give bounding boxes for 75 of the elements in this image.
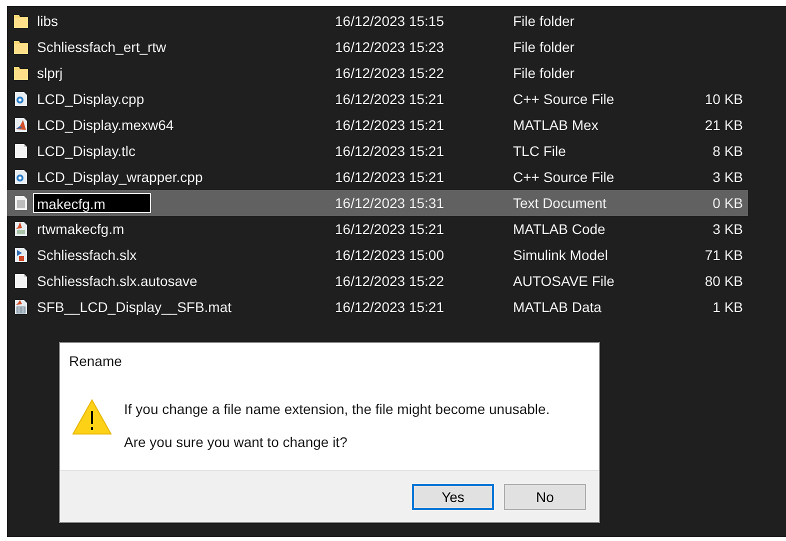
dialog-button[interactable]: Yes <box>412 484 494 510</box>
dialog-question: Are you sure you want to change it? <box>124 434 348 450</box>
file-row[interactable]: slprj 16/12/2023 15:22 File folder <box>7 60 748 86</box>
data-file-icon <box>13 299 29 315</box>
file-size: 80 KB <box>704 273 743 289</box>
matlab-script-icon <box>13 221 29 237</box>
file-name: LCD_Display_wrapper.cpp <box>37 169 203 185</box>
file-row[interactable]: LCD_Display_wrapper.cpp 16/12/2023 15:21 C++ Source File 3 KB <box>7 164 748 190</box>
modified-date: 16/12/2023 15:21 <box>335 91 445 107</box>
file-size: 21 KB <box>704 117 743 133</box>
file-size: 71 KB <box>704 247 743 263</box>
blank-file-icon <box>13 273 29 289</box>
file-type: AUTOSAVE File <box>513 273 616 289</box>
file-name: libs <box>37 13 58 29</box>
file-name: slprj <box>37 65 63 81</box>
modified-date: 16/12/2023 15:21 <box>335 299 445 315</box>
file-name: rtwmakecfg.m <box>37 221 124 237</box>
file-type: MATLAB Mex <box>513 117 600 133</box>
file-type: Simulink Model <box>513 247 609 263</box>
file-type: MATLAB Code <box>513 221 606 237</box>
file-row[interactable]: Schliessfach.slx.autosave 16/12/2023 15:22 AUTOSAVE File 80 KB <box>7 268 748 294</box>
folder-icon <box>13 13 29 29</box>
dialog-title: Rename <box>68 352 123 371</box>
file-type: C++ Source File <box>513 169 616 185</box>
dialog-message: If you change a file name extension, the file might become unusable. <box>124 401 550 417</box>
file-row[interactable]: Schliessfach_ert_rtw 16/12/2023 15:23 File folder <box>7 34 748 60</box>
file-type: C++ Source File <box>513 91 616 107</box>
file-size: 3 KB <box>712 169 743 185</box>
file-type: File folder <box>513 13 576 29</box>
file-name: LCD_Display.cpp <box>37 91 144 107</box>
file-name: Schliessfach.slx <box>37 247 137 263</box>
modified-date: 16/12/2023 15:21 <box>335 169 445 185</box>
file-name: LCD_Display.tlc <box>37 143 136 159</box>
file-size: 10 KB <box>704 91 743 107</box>
file-name: Schliessfach_ert_rtw <box>37 39 166 55</box>
file-size: 1 KB <box>712 299 743 315</box>
file-row[interactable]: LCD_Display.tlc 16/12/2023 15:21 TLC File 8 KB <box>7 138 748 164</box>
dialog-button[interactable]: No <box>504 484 586 510</box>
file-size: 8 KB <box>712 143 743 159</box>
text-file-icon <box>13 195 29 211</box>
file-row[interactable]: rtwmakecfg.m 16/12/2023 15:21 MATLAB Code 3 KB <box>7 216 748 242</box>
file-row[interactable]: LCD_Display.cpp 16/12/2023 15:21 C++ Source File 10 KB <box>7 86 748 112</box>
file-row[interactable]: libs 16/12/2023 15:15 File folder <box>7 8 748 34</box>
rename-field[interactable]: makecfg.m <box>33 193 151 213</box>
file-row[interactable]: SFB__LCD_Display__SFB.mat 16/12/2023 15:21 MATLAB Data 1 KB <box>7 294 748 320</box>
file-type: TLC File <box>513 143 567 159</box>
folder-icon <box>13 65 29 81</box>
file-name: SFB__LCD_Display__SFB.mat <box>37 299 232 315</box>
modified-date: 16/12/2023 15:21 <box>335 117 445 133</box>
warning-icon <box>72 399 112 435</box>
file-row[interactable]: makecfg.m 16/12/2023 15:31 Text Document 0 KB <box>7 190 748 216</box>
modified-date: 16/12/2023 15:21 <box>335 143 445 159</box>
modified-date: 16/12/2023 15:22 <box>335 65 445 81</box>
source-file-icon <box>13 169 29 185</box>
modified-date: 16/12/2023 15:22 <box>335 273 445 289</box>
matlab-file-icon <box>13 117 29 133</box>
file-name: Schliessfach.slx.autosave <box>37 273 198 289</box>
source-file-icon <box>13 91 29 107</box>
modified-date: 16/12/2023 15:00 <box>335 247 445 263</box>
model-file-icon <box>13 247 29 263</box>
modified-date: 16/12/2023 15:31 <box>335 195 445 211</box>
blank-file-icon <box>13 143 29 159</box>
modified-date: 16/12/2023 15:21 <box>335 221 445 237</box>
file-size: 0 KB <box>712 195 743 211</box>
file-row[interactable]: Schliessfach.slx 16/12/2023 15:00 Simulink Model 71 KB <box>7 242 748 268</box>
file-type: File folder <box>513 39 576 55</box>
modified-date: 16/12/2023 15:23 <box>335 39 445 55</box>
file-type: Text Document <box>513 195 608 211</box>
file-size: 3 KB <box>712 221 743 237</box>
folder-icon <box>13 39 29 55</box>
file-type: File folder <box>513 65 576 81</box>
modified-date: 16/12/2023 15:15 <box>335 13 445 29</box>
file-row[interactable]: LCD_Display.mexw64 16/12/2023 15:21 MATLAB Mex 21 KB <box>7 112 748 138</box>
file-type: MATLAB Data <box>513 299 602 315</box>
file-name: LCD_Display.mexw64 <box>37 117 174 133</box>
